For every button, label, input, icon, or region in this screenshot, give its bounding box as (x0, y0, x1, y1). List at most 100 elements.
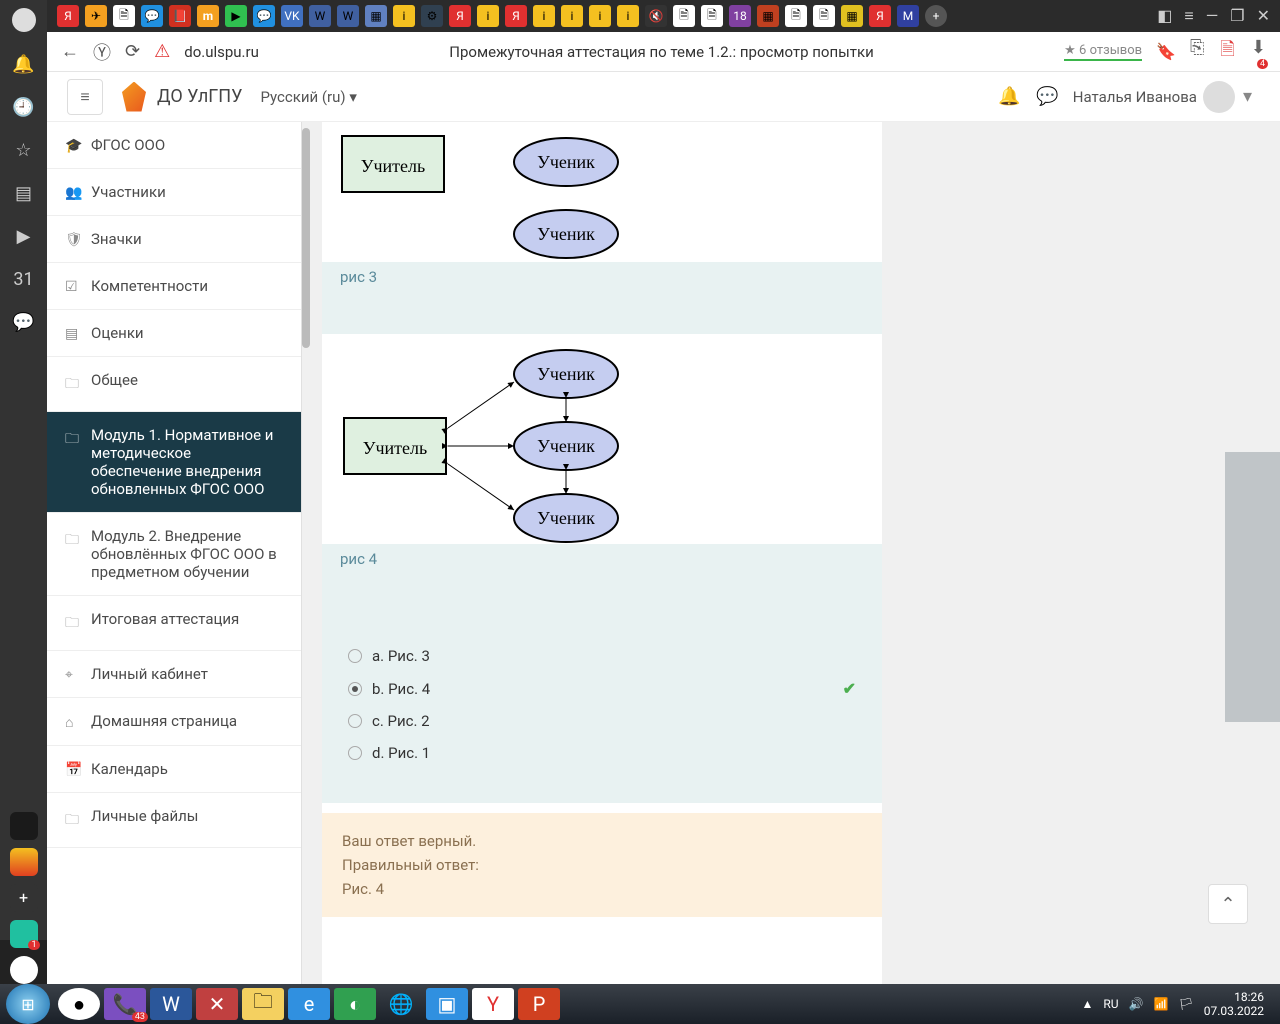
sidenav-item[interactable]: 🗀Общее (47, 357, 301, 412)
sidenav-item[interactable]: 👥Участники (47, 169, 301, 216)
answer-row[interactable]: d. Рис. 1 (348, 737, 856, 769)
window-close-icon[interactable]: ✕ (1257, 6, 1270, 26)
taskbar-app[interactable]: ◐ (334, 988, 376, 1020)
sidenav-item[interactable]: 🗀Модуль 1. Нормативное и методическое об… (47, 412, 301, 513)
taskbar-app-word[interactable]: W (150, 988, 192, 1020)
taskbar-app-zoom[interactable]: ▣ (426, 988, 468, 1020)
back-icon[interactable]: ← (61, 41, 79, 62)
tab-favicon-active[interactable]: m (197, 5, 219, 27)
tab-favicon[interactable]: ▦ (365, 5, 387, 27)
calendar-icon[interactable]: 31 (13, 269, 33, 290)
username-label[interactable]: Наталья Иванова (1073, 88, 1197, 106)
tab-favicon[interactable]: i (561, 5, 583, 27)
answer-row[interactable]: c. Рис. 2 (348, 705, 856, 737)
user-menu-caret-icon[interactable]: ▾ (1243, 86, 1252, 107)
tab-favicon[interactable]: 18 (729, 5, 751, 27)
window-minimize-icon[interactable]: — (1206, 6, 1219, 26)
tab-favicon[interactable]: 🗎 (673, 5, 695, 27)
tray-clock[interactable]: 18:26 07.03.2022 (1204, 990, 1264, 1019)
list-icon[interactable]: ▤ (15, 183, 32, 204)
os-user-avatar[interactable] (12, 8, 36, 32)
url-text[interactable]: do.ulspu.ru (184, 43, 259, 61)
sidenav-item[interactable]: 🗀Итоговая аттестация (47, 596, 301, 651)
downloads-icon[interactable]: ⬇4 (1251, 37, 1266, 67)
tab-favicon[interactable]: Я (505, 5, 527, 27)
window-panel-icon[interactable]: ◧ (1157, 6, 1172, 26)
sidenav-item[interactable]: 🛡Значки (47, 216, 301, 263)
sidenav-item[interactable]: 🗀Модуль 2. Внедрение обновлённых ФГОС ОО… (47, 513, 301, 596)
tray-lang[interactable]: RU (1103, 997, 1118, 1011)
tab-favicon[interactable]: ⚙ (421, 5, 443, 27)
window-maximize-icon[interactable]: ❐ (1230, 6, 1244, 26)
window-collapse-icon[interactable]: ≡ (1184, 6, 1193, 26)
security-warning-icon[interactable]: ⚠ (154, 41, 170, 62)
tray-flag-icon[interactable]: 🏳 (1178, 997, 1193, 1011)
chat-icon[interactable]: 💬 (12, 312, 34, 333)
sidenav-scrollbar[interactable] (302, 128, 310, 348)
answer-row[interactable]: a. Рис. 3 (348, 640, 856, 672)
tab-favicon[interactable]: ✈ (85, 5, 107, 27)
app-shortcut-add[interactable]: + (10, 884, 38, 912)
tray-show-hidden-icon[interactable]: ▲ (1082, 997, 1094, 1011)
sidenav-item[interactable]: ⌂Домашняя страница (47, 698, 301, 746)
site-name[interactable]: ДО УлГПУ (157, 86, 242, 107)
new-tab-button[interactable]: + (925, 5, 947, 27)
answer-row[interactable]: b. Рис. 4✔ (348, 672, 856, 705)
taskbar-app-ie[interactable]: e (288, 988, 330, 1020)
extension-icon[interactable]: ⎘ (1190, 37, 1204, 67)
tab-favicon[interactable]: ▦ (841, 5, 863, 27)
shield-icon[interactable]: Ⓨ (93, 39, 111, 65)
tab-favicon[interactable]: W (337, 5, 359, 27)
page-scrollbar[interactable] (1225, 452, 1280, 722)
user-avatar-icon[interactable] (1203, 81, 1235, 113)
tab-favicon[interactable]: 🗎 (701, 5, 723, 27)
sidenav-item[interactable]: ☑Компетентности (47, 263, 301, 310)
sidenav-item[interactable]: 🗀Личные файлы (47, 793, 301, 848)
app-shortcut-3[interactable]: 1 (10, 920, 38, 948)
radio-icon[interactable] (348, 682, 362, 696)
pdf-icon[interactable]: 🗎 (1220, 37, 1234, 67)
taskbar-app-powerpoint[interactable]: P (518, 988, 560, 1020)
notifications-icon[interactable]: 🔔 (998, 86, 1020, 107)
messages-icon[interactable]: 💬 (1036, 86, 1058, 107)
star-icon[interactable]: ☆ (15, 140, 31, 161)
sidenav-item[interactable]: ⌖Личный кабинет (47, 651, 301, 698)
taskbar-app[interactable]: ● (58, 988, 100, 1020)
sidenav-item[interactable]: 🎓ФГОС ООО (47, 122, 301, 169)
tab-favicon[interactable]: VK (281, 5, 303, 27)
tray-network-icon[interactable]: 📶 (1154, 997, 1169, 1011)
tab-favicon[interactable]: ▦ (757, 5, 779, 27)
play-icon[interactable]: ▶ (17, 226, 31, 247)
tab-favicon[interactable]: 🗎 (813, 5, 835, 27)
tab-favicon[interactable]: ▶ (225, 5, 247, 27)
tab-favicon[interactable]: 💬 (141, 5, 163, 27)
bell-icon[interactable]: 🔔 (12, 54, 34, 75)
reviews-badge[interactable]: ★ 6 отзывов (1064, 43, 1142, 61)
tab-favicon[interactable]: 📕 (169, 5, 191, 27)
clock-icon[interactable]: 🕘 (12, 97, 34, 118)
taskbar-app-chrome[interactable]: 🌐 (380, 988, 422, 1020)
bookmark-icon[interactable]: 🔖 (1156, 42, 1176, 61)
radio-icon[interactable] (348, 649, 362, 663)
hamburger-button[interactable]: ≡ (67, 79, 103, 115)
tab-favicon[interactable]: 💬 (253, 5, 275, 27)
tab-favicon[interactable]: 🔇 (645, 5, 667, 27)
taskbar-app[interactable]: ✕ (196, 988, 238, 1020)
tab-favicon[interactable]: 🗎 (785, 5, 807, 27)
reload-icon[interactable]: ⟳ (125, 41, 140, 62)
start-button[interactable]: ⊞ (6, 984, 50, 1024)
sidenav-item[interactable]: 📅Календарь (47, 746, 301, 793)
sidenav-item[interactable]: ▤Оценки (47, 310, 301, 357)
tab-favicon[interactable]: Я (449, 5, 471, 27)
tab-favicon[interactable]: i (533, 5, 555, 27)
radio-icon[interactable] (348, 746, 362, 760)
taskbar-app-viber[interactable]: 📞43 (104, 988, 146, 1020)
app-shortcut-2[interactable] (10, 848, 38, 876)
tab-favicon[interactable]: i (617, 5, 639, 27)
app-shortcut-4[interactable] (10, 956, 38, 984)
tab-favicon[interactable]: i (589, 5, 611, 27)
radio-icon[interactable] (348, 714, 362, 728)
language-selector[interactable]: Русский (ru) ▾ (260, 88, 356, 106)
app-shortcut-1[interactable] (10, 812, 38, 840)
scroll-top-button[interactable]: ⌃ (1208, 884, 1248, 924)
